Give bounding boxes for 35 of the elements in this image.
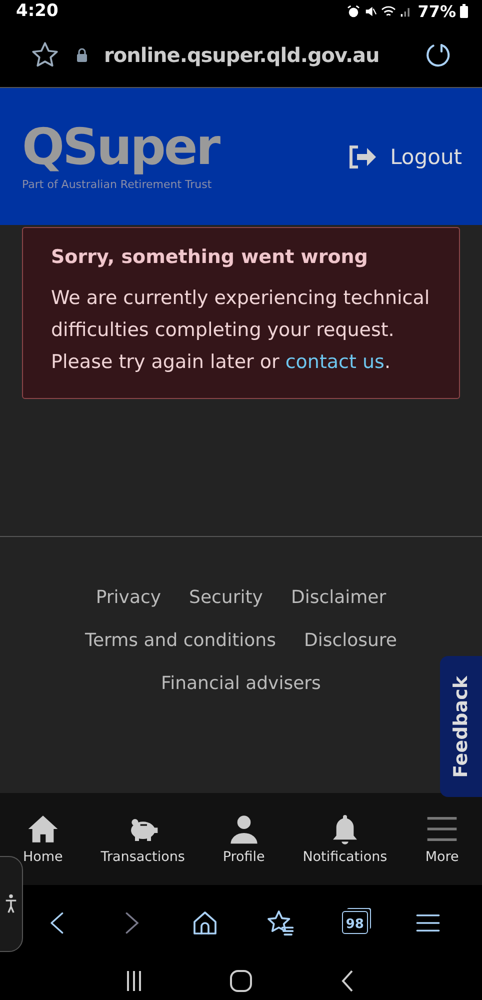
tab-switcher[interactable]: 98 [342,911,368,934]
footer-link[interactable]: Privacy [96,585,162,611]
error-title: Sorry, something went wrong [51,246,369,268]
nav-tab[interactable]: More [425,813,460,865]
contact-link[interactable]: contact us [285,351,384,373]
home-icon [26,813,60,845]
brand-logo[interactable]: QSuper [22,122,218,172]
url-text[interactable]: ronline.qsuper.qld.gov.au [104,42,408,66]
accessibility-handle[interactable] [0,856,23,952]
footer-link[interactable]: Disclosure [304,628,397,654]
error-message: We are currently experiencing technical difficulties completing your request. Please try again later or contact us. [51,286,431,375]
star-icon[interactable] [30,40,60,70]
nav-tab[interactable]: Notifications [302,813,388,865]
alarm-icon [346,4,360,18]
mute-icon [364,4,377,18]
star-list-icon[interactable] [265,908,296,936]
nav-tab[interactable]: Home [22,813,63,865]
footer-link[interactable]: Disclaimer [290,585,386,611]
footer-link[interactable]: Security [189,585,263,611]
battery-icon [460,4,468,18]
status-time: 4:20 [16,1,58,21]
nav-tab[interactable]: Profile [222,813,265,865]
footer-link[interactable]: Financial advisers [161,671,321,697]
lock-icon [76,48,88,62]
feedback-tab[interactable]: Feedback [440,656,482,797]
home-icon[interactable] [190,908,219,936]
nav-tab[interactable]: Transactions [100,813,185,865]
battery-percent: 77% [418,2,456,20]
logout-button[interactable]: Logout [348,144,462,170]
brand-tagline: Part of Australian Retirement Trust [22,178,212,191]
logout-icon [348,144,378,170]
accessibility-icon [4,893,16,915]
footer-link[interactable]: Terms and conditions [85,628,276,654]
home-button-icon[interactable] [228,968,253,992]
wifi-icon [380,4,396,18]
